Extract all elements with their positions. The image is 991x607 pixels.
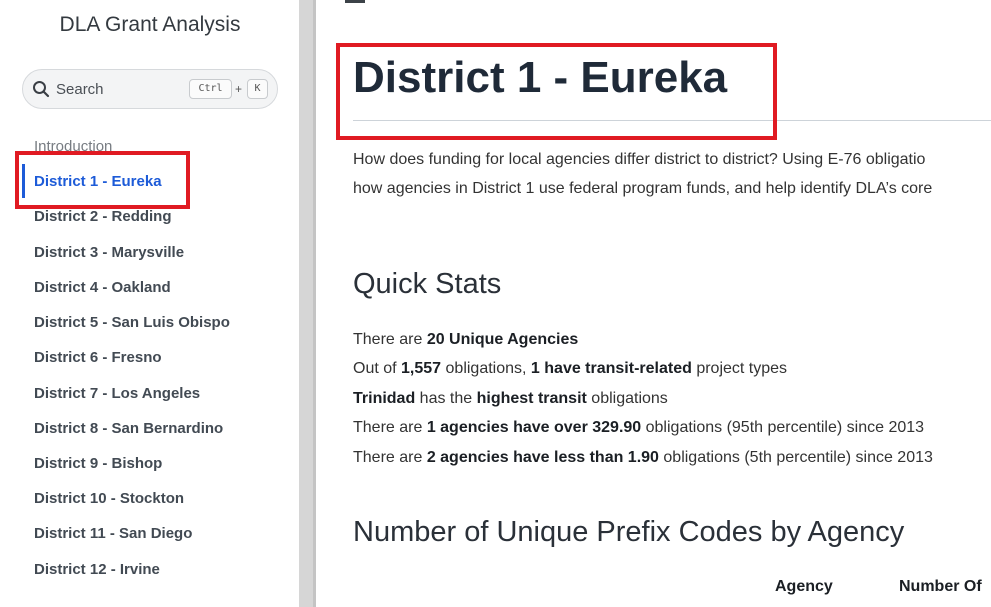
stat-text: obligations,	[441, 360, 531, 378]
stat-text: obligations (95th percentile) since 2013	[641, 419, 925, 437]
sidebar-item-district-6[interactable]: District 6 - Fresno	[34, 349, 162, 366]
stat-text: obligations (5th percentile) since 2013	[658, 448, 933, 466]
sidebar-item-district-10[interactable]: District 10 - Stockton	[34, 490, 184, 507]
shortcut-ctrl-key: Ctrl	[189, 79, 232, 99]
sidebar-item-district-9[interactable]: District 9 - Bishop	[34, 455, 162, 472]
sidebar-item-district-11[interactable]: District 11 - San Diego	[34, 525, 192, 542]
stat-5th-percentile: There are 2 agencies have less than 1.90…	[353, 443, 991, 472]
sidebar-highlight-box	[15, 151, 190, 209]
stat-text: There are	[353, 331, 427, 348]
site-title[interactable]: DLA Grant Analysis	[0, 13, 300, 37]
sidebar-item-district-3[interactable]: District 3 - Marysville	[34, 244, 184, 261]
stat-text: Out of	[353, 360, 402, 378]
sidebar-item-district-12[interactable]: District 12 - Irvine	[34, 561, 160, 578]
quick-stats-heading: Quick Stats	[353, 268, 502, 300]
sidebar: DLA Grant Analysis Search Ctrl + K Intro…	[0, 0, 299, 607]
stat-text: project types	[691, 360, 788, 378]
sidebar-item-district-4[interactable]: District 4 - Oakland	[34, 279, 171, 296]
prefix-codes-heading: Number of Unique Prefix Codes by Agency	[353, 516, 905, 548]
search-placeholder: Search	[56, 81, 104, 98]
hamburger-menu-icon[interactable]	[345, 0, 365, 3]
shortcut-plus: +	[235, 82, 243, 96]
stat-value: 1 agencies have over 329.90	[426, 419, 642, 437]
stat-value: 20 Unique Agencies	[426, 331, 579, 348]
intro-line-1: How does funding for local agencies diff…	[353, 151, 926, 168]
stat-value: 2 agencies have less than 1.90	[426, 448, 659, 466]
stat-value: 1 have transit-related	[530, 360, 692, 378]
main-content: District 1 - Eureka How does funding for…	[316, 0, 991, 607]
stat-95th-percentile: There are 1 agencies have over 329.90 ob…	[353, 413, 991, 442]
sidebar-item-district-2[interactable]: District 2 - Redding	[34, 208, 172, 225]
stat-highest-transit: Trinidad has the highest transit obligat…	[353, 384, 991, 413]
search-icon	[33, 81, 50, 98]
stat-transit-obligations: Out of 1,557 obligations, 1 have transit…	[353, 354, 991, 383]
intro-line-2: how agencies in District 1 use federal p…	[353, 180, 933, 197]
table-header-agency[interactable]: Agency	[775, 578, 833, 596]
title-highlight-box	[336, 43, 777, 140]
sidebar-item-district-8[interactable]: District 8 - San Bernardino	[34, 420, 223, 437]
sidebar-item-district-7[interactable]: District 7 - Los Angeles	[34, 385, 200, 402]
table-header-number-of[interactable]: Number Of	[899, 578, 982, 596]
stat-text: obligations	[586, 389, 668, 407]
stat-text: There are	[353, 419, 427, 437]
stat-value: Trinidad	[353, 389, 416, 407]
page: DLA Grant Analysis Search Ctrl + K Intro…	[0, 0, 991, 607]
intro-paragraph: How does funding for local agencies diff…	[353, 145, 991, 203]
stat-text: has the	[415, 389, 477, 407]
sidebar-item-district-5[interactable]: District 5 - San Luis Obispo	[34, 314, 230, 331]
shortcut-k-key: K	[247, 79, 268, 99]
stat-value: 1,557	[401, 360, 442, 378]
stat-unique-agencies: There are 20 Unique Agencies	[353, 325, 991, 354]
quick-stats-list: There are 20 Unique Agencies Out of 1,55…	[353, 325, 991, 472]
stat-value: highest transit	[476, 389, 587, 407]
stat-text: There are	[353, 448, 427, 466]
search-button[interactable]: Search Ctrl + K	[22, 69, 278, 109]
